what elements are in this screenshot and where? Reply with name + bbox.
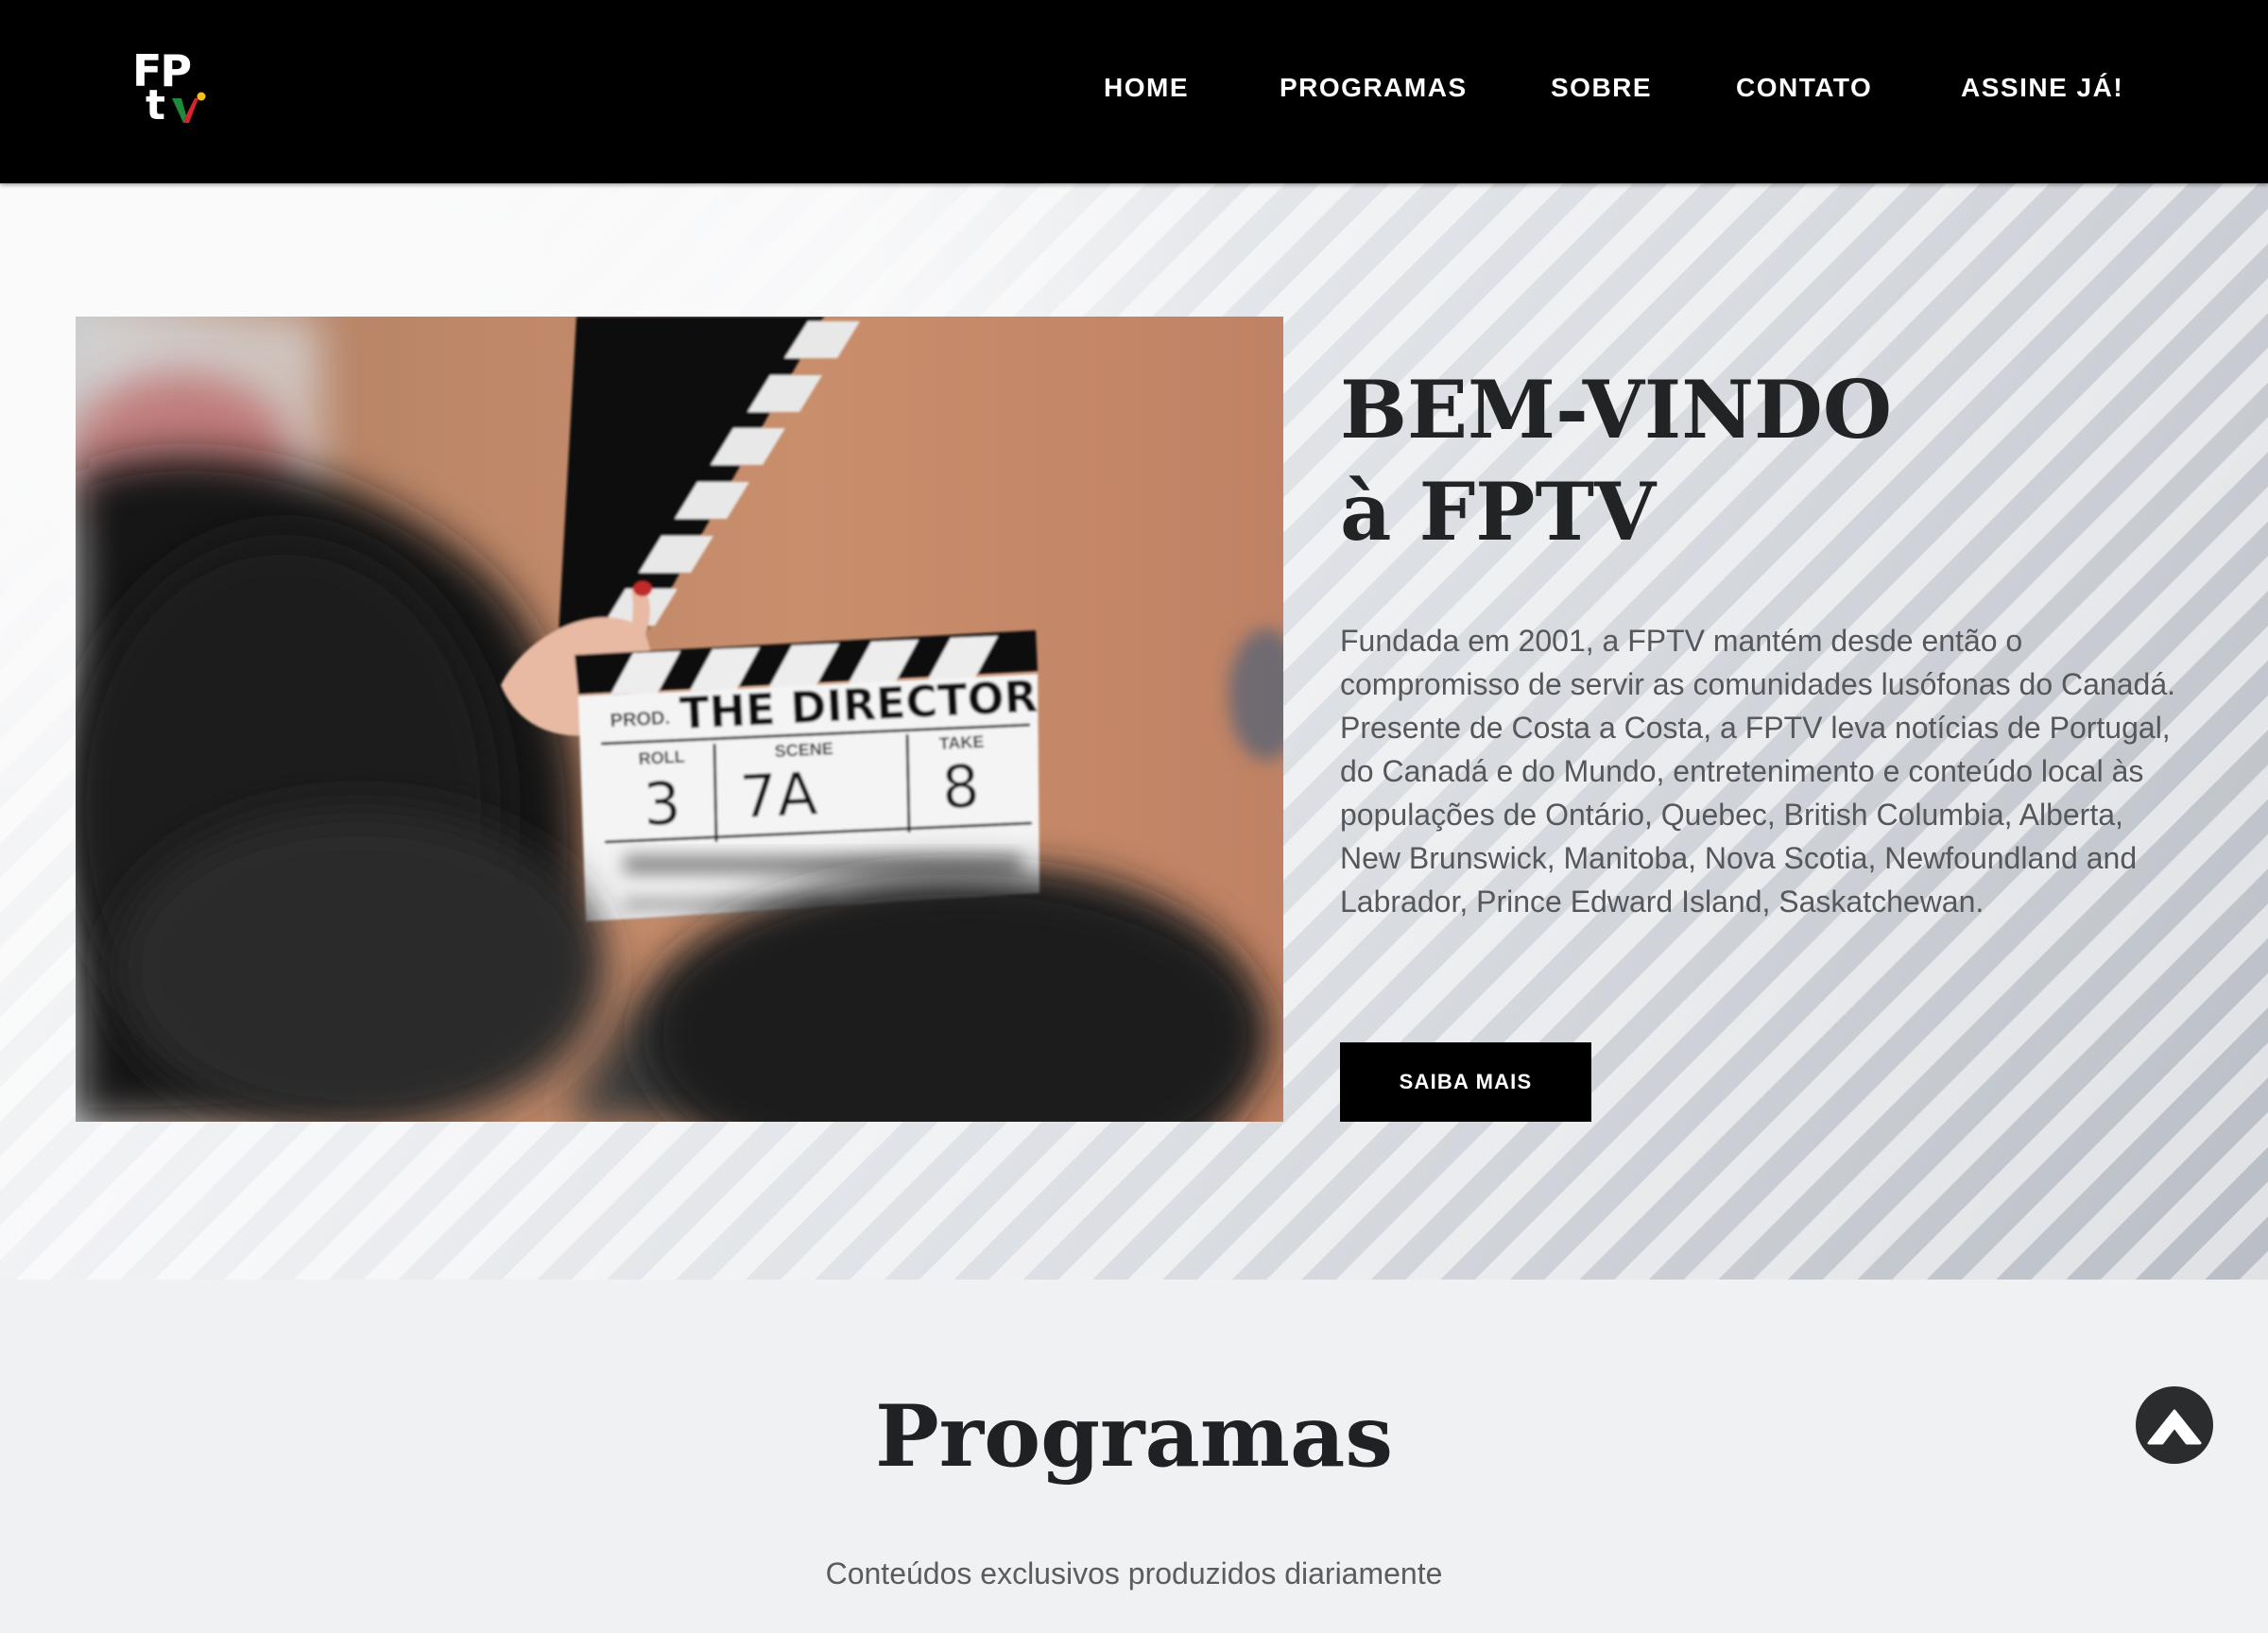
slate-prod-label: PROD. (610, 708, 670, 731)
hero-paragraph-2: Presente de Costa a Costa, a FPTV leva n… (1340, 711, 2171, 919)
nav-contato[interactable]: CONTATO (1736, 71, 1872, 105)
chevron-up-icon (2147, 1409, 2202, 1445)
programas-subtitle: Conteúdos exclusivos produzidos diariame… (825, 1556, 1443, 1590)
slate-take-value: 8 (940, 751, 981, 822)
nav-sobre[interactable]: SOBRE (1551, 71, 1652, 105)
hero-title: BEM-VINDO à FPTV (1340, 363, 1893, 559)
logo-v-mark-icon (172, 92, 206, 123)
logo-text-bottom: t (146, 81, 166, 129)
hero-section: PROD. THE DIRECTOR ROLL SCENE TAKE 3 7A … (0, 183, 2268, 1280)
programas-title: Programas (875, 1386, 1393, 1487)
hero-image-clapperboard: PROD. THE DIRECTOR ROLL SCENE TAKE 3 7A … (76, 317, 1283, 1122)
nav-assine-ja[interactable]: ASSINE JÁ! (1961, 71, 2123, 105)
slate-scene-label: SCENE (774, 739, 833, 761)
slate-roll-label: ROLL (638, 748, 685, 768)
back-to-top-button[interactable] (2136, 1386, 2213, 1464)
slate-roll-value: 3 (642, 768, 682, 839)
fptv-logo[interactable]: FP t (132, 49, 208, 129)
slate-scene-value: 7A (738, 759, 818, 832)
slate-take-label: TAKE (938, 732, 985, 753)
hero-paragraph-1: Fundada em 2001, a FPTV mantém desde ent… (1340, 624, 2176, 701)
site-header: FP t HOME PROGRAMAS SOBRE CONTATO ASSINE… (0, 0, 2268, 183)
nav-programas[interactable]: PROGRAMAS (1280, 71, 1468, 105)
saiba-mais-button[interactable]: SAIBA MAIS (1340, 1042, 1591, 1122)
clapperboard-photo: PROD. THE DIRECTOR ROLL SCENE TAKE 3 7A … (76, 317, 1283, 1122)
nav-home[interactable]: HOME (1104, 71, 1189, 105)
